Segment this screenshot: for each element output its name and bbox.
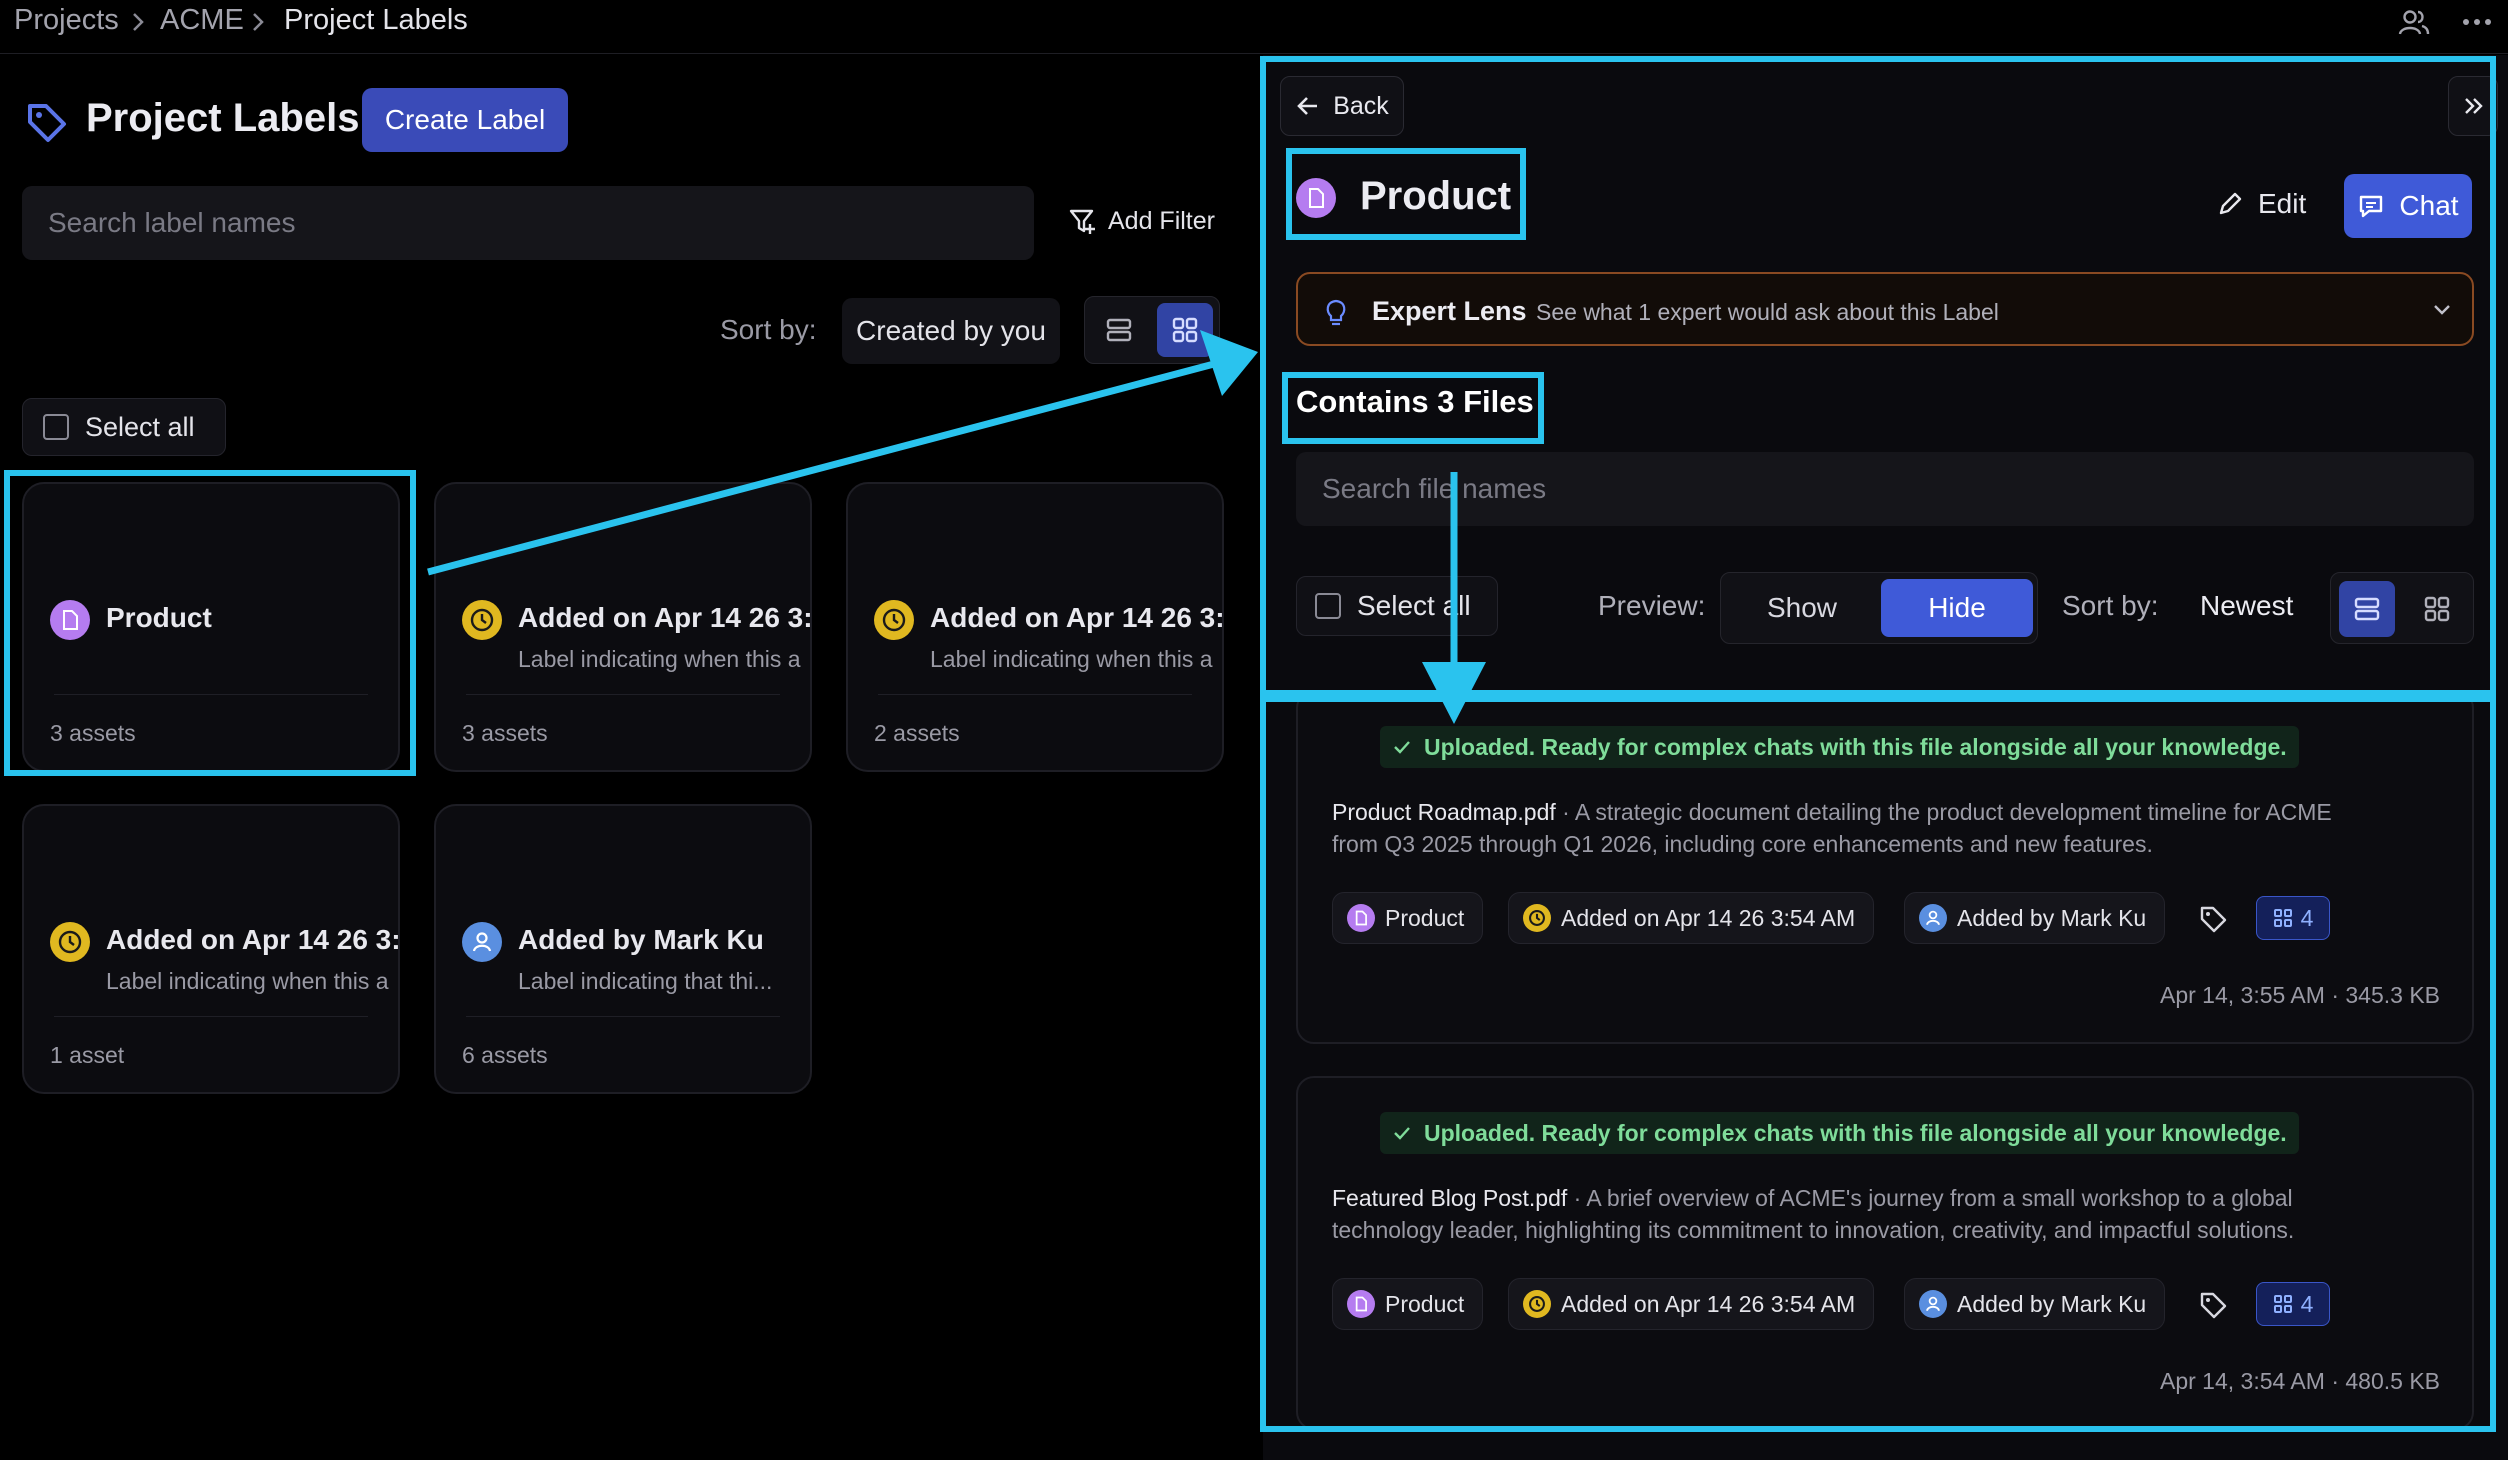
annotation-arrows	[427, 330, 1486, 724]
arrow-to-detail-line	[427, 360, 1215, 576]
arrow-to-files-head	[1422, 662, 1486, 724]
